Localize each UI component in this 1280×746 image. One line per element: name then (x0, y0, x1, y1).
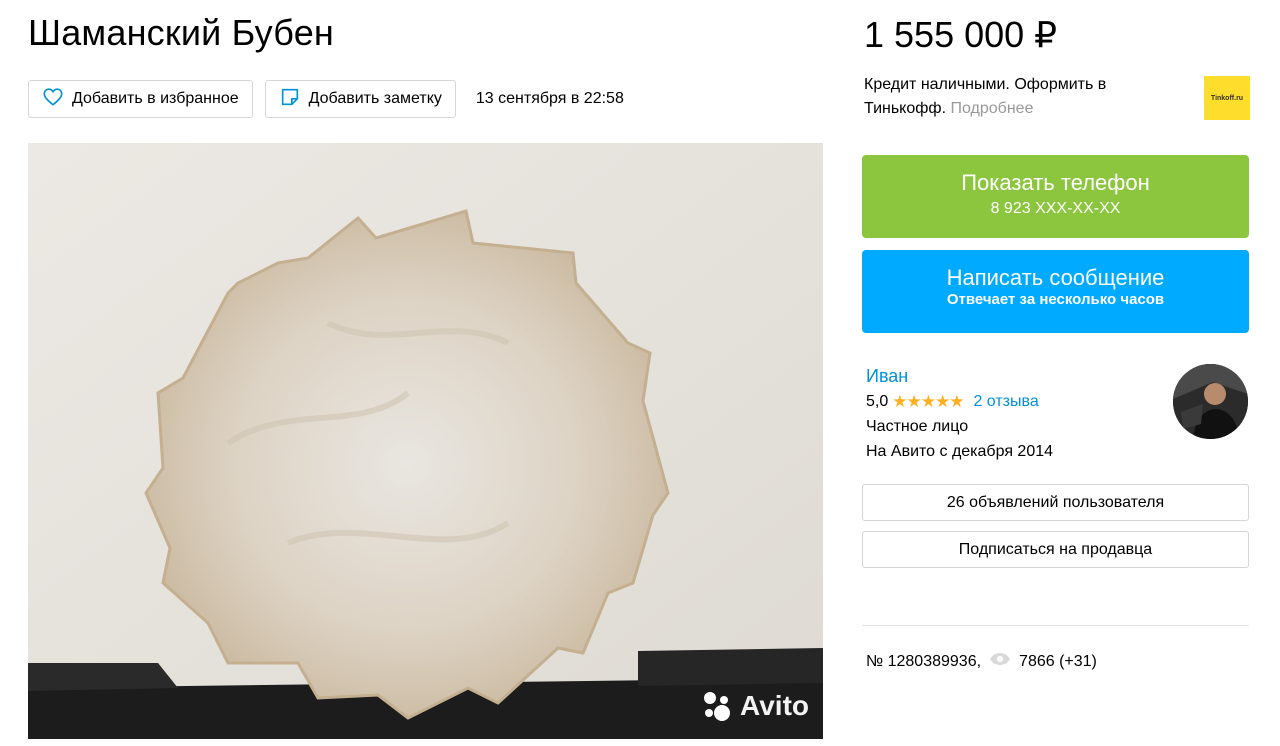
seller-rating: 5,0 ★★★★★ 2 отзыва (866, 389, 1166, 414)
avito-logo-icon (700, 689, 734, 723)
divider (862, 625, 1249, 626)
listing-date: 13 сентября в 22:58 (475, 90, 624, 107)
listing-number: № 1280389936, (866, 652, 982, 670)
reviews-link[interactable]: 2 отзыва (973, 389, 1038, 414)
listing-meta: № 1280389936, 7866 (+31) (866, 652, 1097, 671)
page-title: Шаманский Бубен (28, 12, 334, 53)
rating-value: 5,0 (866, 393, 889, 410)
subscribe-seller-button[interactable]: Подписаться на продавца (862, 531, 1249, 568)
write-message-label: Написать сообщение (946, 265, 1165, 290)
price: 1 555 000 ₽ (864, 14, 1058, 55)
response-time: Отвечает за несколько часов (946, 291, 1165, 308)
heart-icon (42, 86, 64, 113)
credit-offer: Кредит наличными. Оформить в Тинькофф. П… (864, 73, 1164, 121)
seller-listings-button[interactable]: 26 объявлений пользователя (862, 484, 1249, 521)
listing-actions: Добавить в избранное Добавить заметку 13… (28, 80, 624, 118)
seller-info: Иван 5,0 ★★★★★ 2 отзыва Частное лицо На … (866, 364, 1166, 464)
credit-more-link[interactable]: Подробнее (950, 100, 1033, 117)
phone-masked: 8 923 XXX-XX-XX (990, 200, 1121, 217)
tinkoff-logo[interactable]: Tinkoff.ru (1204, 76, 1250, 120)
listing-photo[interactable]: Avito (28, 143, 823, 739)
avito-watermark: Avito (700, 689, 809, 723)
note-label: Добавить заметку (308, 90, 442, 107)
favorites-label: Добавить в избранное (72, 90, 239, 107)
seller-name-link[interactable]: Иван (866, 364, 1166, 389)
write-message-button[interactable]: Написать сообщение Отвечает за несколько… (862, 250, 1249, 333)
view-count: 7866 (+31) (1019, 652, 1097, 670)
seller-type: Частное лицо (866, 418, 969, 435)
seller-since: На Авито с декабря 2014 (866, 443, 1054, 460)
eye-icon (989, 652, 1011, 671)
note-icon (279, 86, 301, 113)
star-rating-icon: ★★★★★ (892, 392, 964, 411)
watermark-text: Avito (740, 690, 809, 721)
seller-avatar[interactable] (1173, 364, 1248, 439)
add-note-button[interactable]: Добавить заметку (264, 80, 456, 118)
add-to-favorites-button[interactable]: Добавить в избранное (28, 80, 253, 118)
show-phone-button[interactable]: Показать телефон 8 923 XXX-XX-XX (862, 155, 1249, 238)
show-phone-label: Показать телефон (961, 170, 1150, 195)
